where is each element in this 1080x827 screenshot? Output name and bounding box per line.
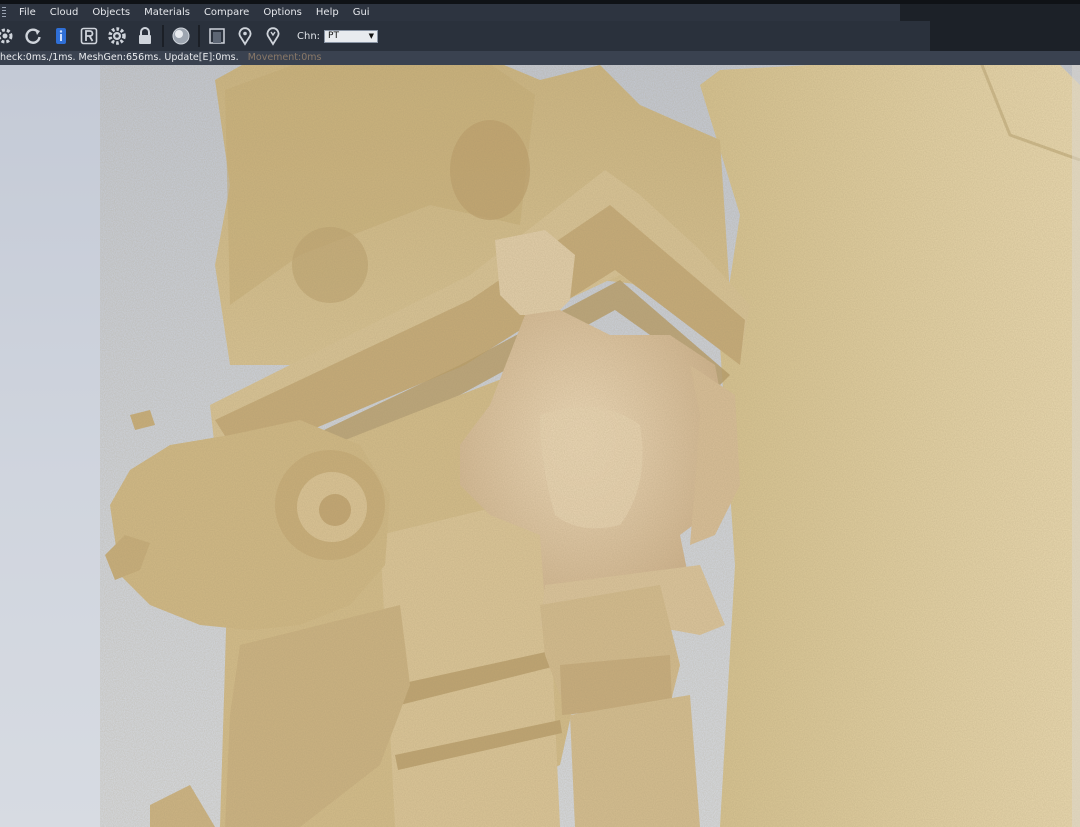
sphere-icon[interactable] bbox=[170, 25, 192, 47]
toolbar: Chn: PT ▼ bbox=[0, 21, 1080, 51]
sculpture-model bbox=[100, 65, 1080, 827]
channel-select[interactable]: PT ▼ bbox=[324, 29, 379, 43]
menu-grip-icon bbox=[2, 6, 6, 19]
menu-materials[interactable]: Materials bbox=[137, 4, 197, 21]
channel-label: Chn: bbox=[297, 30, 321, 42]
status-line: heck:0ms./1ms. MeshGen:656ms. Update[E]:… bbox=[0, 51, 1080, 65]
lock-icon[interactable] bbox=[134, 25, 156, 47]
menu-gui[interactable]: Gui bbox=[346, 4, 377, 21]
settings-icon[interactable] bbox=[106, 25, 128, 47]
status-timings: heck:0ms./1ms. MeshGen:656ms. Update[E]:… bbox=[0, 52, 239, 63]
viewport-right-edge bbox=[1072, 65, 1080, 827]
r-icon[interactable] bbox=[78, 25, 100, 47]
info-icon[interactable] bbox=[50, 25, 72, 47]
toolbar-separator bbox=[198, 25, 200, 47]
channel-select-value: PT bbox=[328, 31, 339, 41]
refresh-icon[interactable] bbox=[22, 25, 44, 47]
toolbar-separator bbox=[162, 25, 164, 47]
3d-viewport[interactable] bbox=[0, 65, 1080, 827]
menu-options[interactable]: Options bbox=[256, 4, 309, 21]
chevron-down-icon: ▼ bbox=[368, 32, 375, 40]
menu-file[interactable]: File bbox=[12, 4, 43, 21]
menu-compare[interactable]: Compare bbox=[197, 4, 256, 21]
pin-icon[interactable] bbox=[234, 25, 256, 47]
menu-help[interactable]: Help bbox=[309, 4, 346, 21]
status-faint-text: Movement:0ms bbox=[247, 52, 322, 63]
menu-objects[interactable]: Objects bbox=[85, 4, 137, 21]
toolbar-right-area bbox=[930, 21, 1080, 51]
gear-icon[interactable] bbox=[0, 25, 16, 47]
menubar-right-area bbox=[900, 4, 1080, 21]
marker-icon[interactable] bbox=[262, 25, 284, 47]
menu-bar: File Cloud Objects Materials Compare Opt… bbox=[0, 4, 1080, 21]
menu-cloud[interactable]: Cloud bbox=[43, 4, 86, 21]
frame-icon[interactable] bbox=[206, 25, 228, 47]
